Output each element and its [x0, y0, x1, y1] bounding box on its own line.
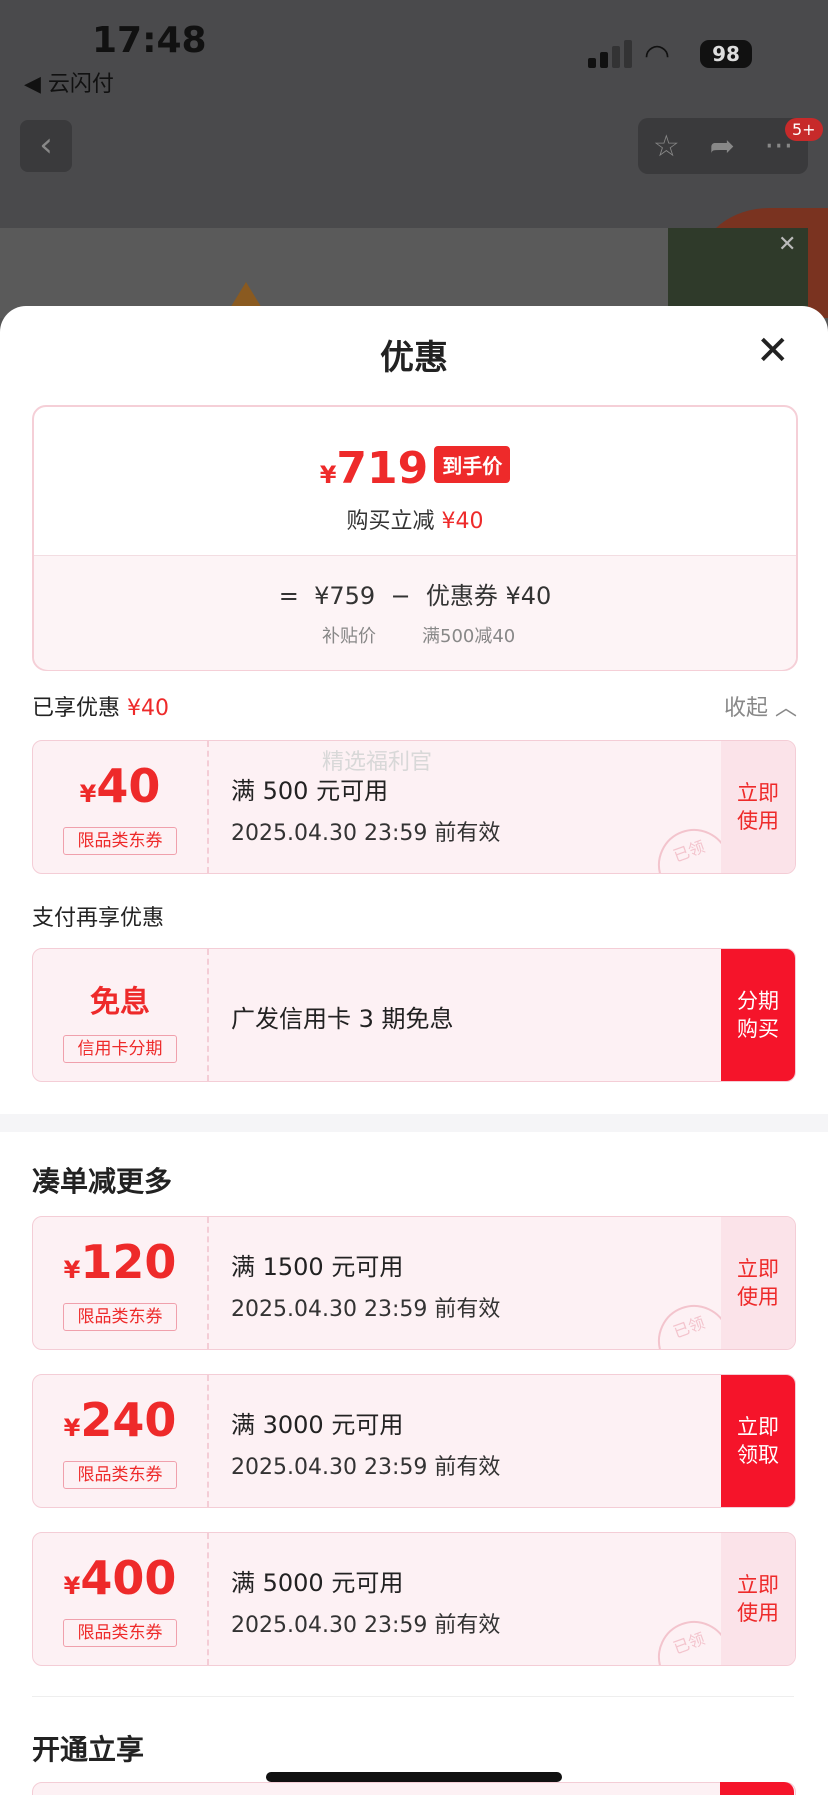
coupon-expiry: 2025.04.30 23:59 前有效 [231, 1455, 501, 1480]
use-now-button[interactable]: 立即 使用 [721, 1533, 795, 1665]
coupon-amount: ¥120 [33, 1235, 207, 1289]
thumbnail-close-icon[interactable]: ✕ [778, 232, 796, 257]
section-divider-line [32, 1696, 794, 1697]
back-icon[interactable]: ‹ [20, 120, 72, 172]
installment-buy-button[interactable]: 分期 购买 [721, 949, 795, 1081]
coupon-amount-value: 120 [80, 1235, 177, 1289]
label-coupon-rule: 满500减40 [422, 626, 516, 647]
chevron-up-icon: ︿ [775, 696, 798, 721]
formula-price: ¥759 [314, 582, 376, 610]
nav-actions: ☆ ➦ ··· [638, 118, 808, 174]
coupon-condition: 满 5000 元可用 [231, 1569, 404, 1597]
formula-coupon: 优惠券 ¥40 [425, 582, 552, 610]
coupon-type: 限品类东券 [63, 1461, 177, 1489]
coupon-card: ¥400 限品类东券 满 5000 元可用 2025.04.30 23:59 前… [32, 1532, 796, 1666]
enjoyed-amount: ¥40 [127, 696, 170, 721]
collapse-button[interactable]: 收起 ︿ [724, 690, 797, 722]
enjoyed-text: 已享优惠 [32, 696, 121, 721]
installment-card: 免息 信用卡分期 广发信用卡 3 期免息 分期 购买 [32, 948, 796, 1082]
membership-card-partial [32, 1782, 796, 1795]
label-subsidy-price: 补贴价 [322, 626, 376, 647]
back-to-app-link[interactable]: ◀ 云闪付 [24, 66, 114, 98]
coupon-expiry: 2025.04.30 23:59 前有效 [231, 821, 501, 846]
coupon-condition: 满 1500 元可用 [231, 1253, 404, 1281]
section-divider [0, 1114, 828, 1132]
more-section-title: 凑单减更多 [32, 1165, 173, 1198]
watermark: 精选福利官 [322, 750, 433, 775]
status-time: 17:48 [92, 20, 207, 61]
coupon-value: ¥120 限品类东券 [33, 1217, 209, 1349]
formula-equals: = [278, 582, 299, 610]
formula-line: = ¥759 − 优惠券 ¥40 [34, 576, 796, 611]
coupon-condition: 满 500 元可用 [231, 777, 389, 805]
wifi-icon: ◠ [644, 38, 671, 73]
installment-title: 免息 [33, 977, 207, 1021]
coupon-value: ¥40 限品类东券 [33, 741, 209, 873]
cellular-signal-icon [588, 40, 636, 68]
installment-description: 广发信用卡 3 期免息 [231, 1005, 454, 1033]
claim-now-button[interactable]: 立即 领取 [721, 1375, 795, 1507]
battery-icon: 98 [700, 40, 752, 68]
coupon-type: 限品类东券 [63, 1303, 177, 1331]
coupon-type: 限品类东券 [63, 827, 177, 855]
background-navbar: ‹ ☆ ➦ ··· [0, 100, 828, 228]
coupon-yen: ¥ [79, 780, 97, 808]
status-bar: 17:48 ◀ 云闪付 ◠ 98 [0, 0, 828, 100]
coupon-yen: ¥ [63, 1572, 81, 1600]
installment-type: 信用卡分期 [63, 1035, 177, 1063]
coupon-amount-value: 400 [80, 1551, 177, 1605]
coupon-yen: ¥ [63, 1414, 81, 1442]
coupon-amount-value: 40 [96, 759, 161, 813]
instant-reduction-amount: ¥40 [441, 509, 484, 534]
coupon-amount: ¥40 [33, 759, 207, 813]
final-price-value: 719 [336, 443, 429, 494]
coupon-value: ¥400 限品类东券 [33, 1533, 209, 1665]
instant-reduction: 购买立减 ¥40 [34, 503, 796, 535]
enjoyed-discount-label: 已享优惠 ¥40 [32, 690, 169, 722]
use-now-button[interactable]: 立即 使用 [721, 741, 795, 873]
price-formula: = ¥759 − 优惠券 ¥40 补贴价 满500减40 [34, 555, 796, 670]
coupon-amount: ¥400 [33, 1551, 207, 1605]
installment-label: 免息 [90, 985, 150, 1020]
notification-badge: 5+ [785, 118, 823, 141]
coupon-value: ¥240 限品类东券 [33, 1375, 209, 1507]
share-icon[interactable]: ➦ [710, 129, 735, 164]
home-indicator[interactable] [266, 1772, 562, 1782]
coupon-type: 限品类东券 [63, 1619, 177, 1647]
final-price: ¥719 到手价 [34, 443, 796, 494]
coupon-expiry: 2025.04.30 23:59 前有效 [231, 1613, 501, 1638]
pay-section-label: 支付再享优惠 [32, 906, 165, 931]
formula-minus: − [390, 582, 411, 610]
close-icon[interactable]: ✕ [756, 328, 790, 374]
instant-reduction-label: 购买立减 [346, 509, 435, 534]
coupon-condition: 满 3000 元可用 [231, 1411, 404, 1439]
coupon-yen: ¥ [63, 1256, 81, 1284]
sheet-title: 优惠 [380, 338, 448, 378]
coupon-amount: ¥240 [33, 1393, 207, 1447]
price-summary-card: ¥719 到手价 购买立减 ¥40 = ¥759 − 优惠券 ¥40 补贴价 满5… [32, 405, 798, 671]
installment-value: 免息 信用卡分期 [33, 949, 209, 1081]
use-now-button[interactable]: 立即 使用 [721, 1217, 795, 1349]
final-price-yen: ¥ [319, 461, 337, 489]
open-section-title: 开通立享 [32, 1733, 145, 1766]
star-icon[interactable]: ☆ [653, 129, 680, 164]
membership-action-partial[interactable] [720, 1782, 794, 1795]
collapse-label: 收起 [724, 696, 769, 721]
coupon-amount-value: 240 [80, 1393, 177, 1447]
coupon-expiry: 2025.04.30 23:59 前有效 [231, 1297, 501, 1322]
coupon-card: ¥120 限品类东券 满 1500 元可用 2025.04.30 23:59 前… [32, 1216, 796, 1350]
coupon-card: ¥240 限品类东券 满 3000 元可用 2025.04.30 23:59 前… [32, 1374, 796, 1508]
final-price-tag: 到手价 [434, 446, 511, 483]
discount-sheet: 优惠 ✕ ¥719 到手价 购买立减 ¥40 = ¥759 − 优惠券 ¥40 补… [0, 306, 828, 1795]
